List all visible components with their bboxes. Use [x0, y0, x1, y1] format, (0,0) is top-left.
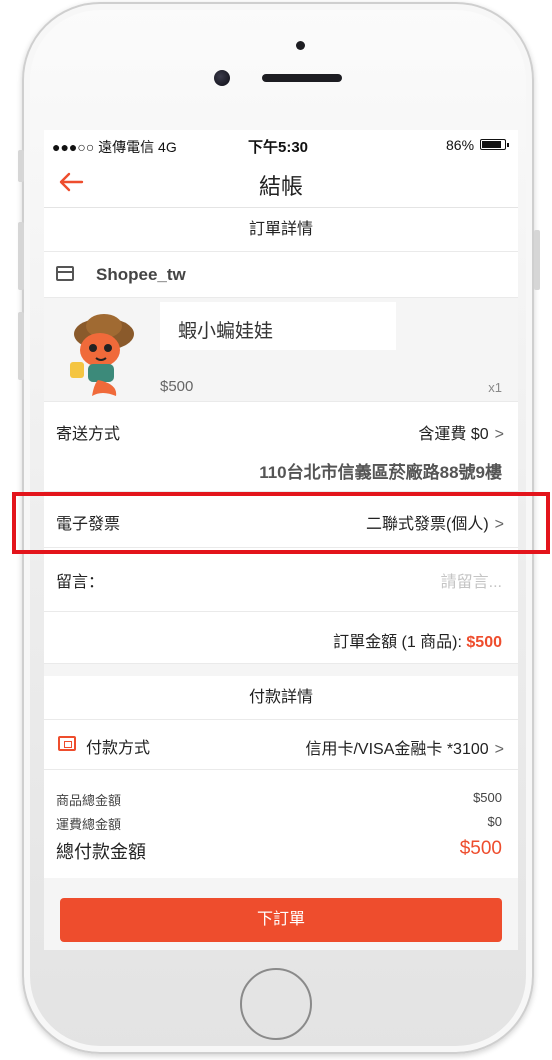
shipping-total-label: 運費總金額	[56, 817, 122, 832]
grand-total-line: 總付款金額 $500	[56, 838, 502, 864]
shrimp-mascot-image	[70, 314, 134, 396]
order-details-header: 訂單詳情	[44, 208, 518, 252]
payment-card: 信用卡/VISA金融卡 *3100	[305, 741, 489, 758]
store-icon	[56, 266, 74, 281]
invoice-highlight-box	[12, 492, 550, 554]
shipping-fee: 含運費 $0	[418, 426, 489, 443]
payment-details-header: 付款詳情	[44, 676, 518, 720]
items-total-value: $500	[473, 790, 502, 805]
order-total-row: 訂單金額 (1 商品): $500	[44, 612, 518, 664]
payment-method-row[interactable]: 付款方式 信用卡/VISA金融卡 *3100 >	[44, 720, 518, 770]
grand-total-label: 總付款金額	[56, 842, 146, 862]
earpiece-speaker	[262, 74, 342, 82]
product-name-box: 蝦小蝙娃娃	[160, 302, 396, 350]
grand-total-value: $500	[459, 838, 502, 859]
page-title: 結帳	[258, 174, 303, 199]
items-total-line: 商品總金額 $500	[56, 790, 502, 809]
place-order-button[interactable]: 下訂單	[60, 898, 502, 942]
payment-method-label: 付款方式	[86, 740, 151, 757]
shipping-total-value: $0	[487, 814, 502, 829]
order-total-amount: $500	[466, 634, 502, 651]
home-button[interactable]	[240, 968, 312, 1040]
payment-method-value: 信用卡/VISA金融卡 *3100 >	[305, 735, 504, 759]
battery-icon	[480, 139, 509, 150]
power-button	[534, 230, 540, 290]
shipping-label: 寄送方式	[56, 426, 121, 443]
volume-up-button	[18, 222, 24, 290]
shipping-total-line: 運費總金額 $0	[56, 814, 502, 833]
mute-switch	[18, 150, 24, 182]
product-name: 蝦小蝙娃娃	[178, 321, 274, 342]
camera-icon	[214, 70, 230, 86]
items-total-label: 商品總金額	[56, 793, 122, 808]
message-row[interactable]: 留言： 請留言...	[44, 548, 518, 612]
nav-bar: 結帳	[44, 158, 518, 208]
shop-row[interactable]: Shopee_tw	[44, 252, 518, 298]
payment-summary: 商品總金額 $500 運費總金額 $0 總付款金額 $500	[44, 770, 518, 878]
order-total-label: 訂單金額 (1 商品):	[333, 634, 467, 651]
volume-down-button	[18, 312, 24, 380]
status-time: 下午5:30	[248, 139, 309, 156]
product-quantity: x1	[488, 380, 502, 395]
shipping-address: 110台北市信義區菸廠路88號9樓	[259, 463, 502, 482]
battery-percent: 86%	[446, 137, 475, 153]
carrier-signal: ●●●○○ 遠傳電信 4G	[52, 139, 177, 155]
order-total: 訂單金額 (1 商品): $500	[333, 628, 502, 652]
shipping-method-row[interactable]: 寄送方式 含運費 $0 > 110台北市信義區菸廠路88號9樓	[44, 402, 518, 492]
payment-card-icon	[58, 736, 76, 751]
chevron-right-icon: >	[494, 426, 504, 443]
message-input[interactable]: 請留言...	[441, 568, 502, 592]
shop-name: Shopee_tw	[96, 265, 186, 284]
chevron-right-icon: >	[494, 741, 504, 758]
product-item[interactable]: 蝦小蝙娃娃 $500 x1	[44, 298, 518, 402]
front-sensor	[296, 41, 305, 50]
status-bar: ●●●○○ 遠傳電信 4G 下午5:30 86%	[44, 130, 518, 158]
product-price: $500	[160, 378, 194, 395]
shipping-value: 含運費 $0 >	[418, 420, 504, 444]
message-label: 留言：	[56, 574, 105, 591]
